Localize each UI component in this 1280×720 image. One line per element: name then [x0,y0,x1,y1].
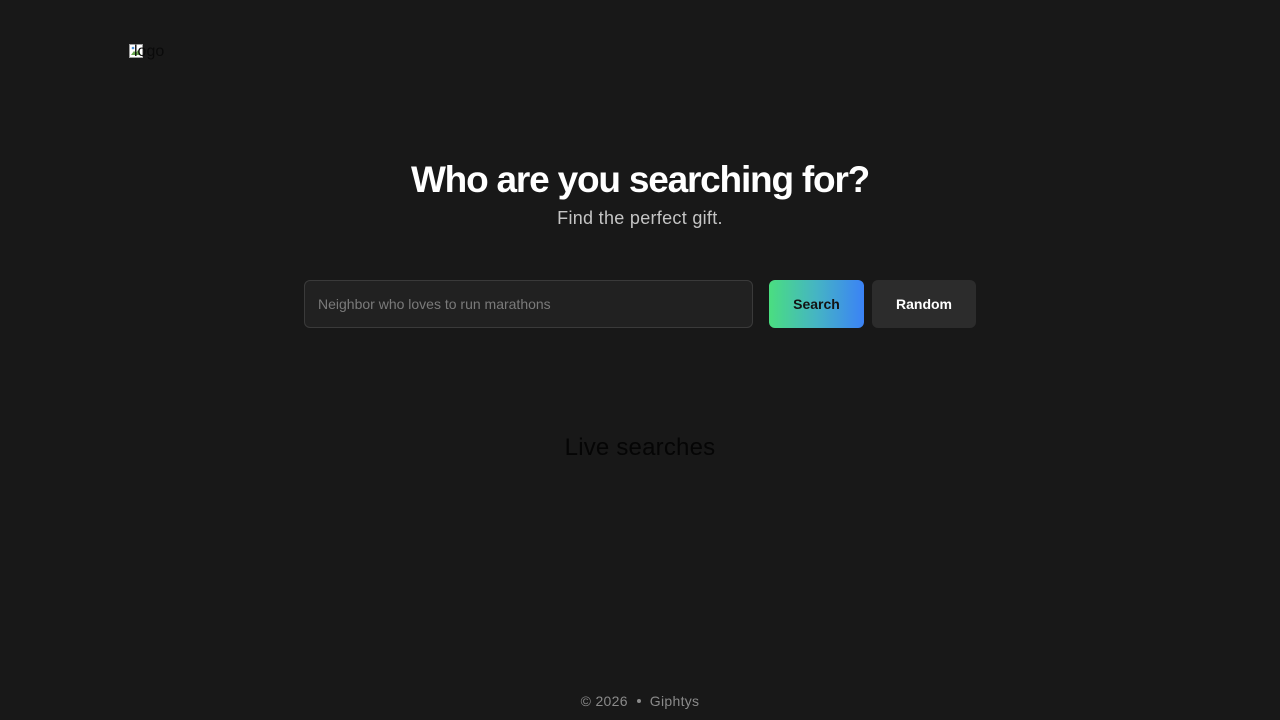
footer: © 2026 Giphtys [0,692,1280,710]
page-title: Who are you searching for? [410,159,870,200]
random-button[interactable]: Random [872,280,976,328]
page-subtitle: Find the perfect gift. [557,208,723,228]
search-input[interactable] [304,280,753,328]
logo-alt-text: logo [134,43,165,60]
search-bar: Search Random [304,280,976,328]
footer-brand: Giphtys [649,693,700,709]
footer-separator-dot [636,699,641,704]
logo[interactable]: logo [128,41,164,61]
live-searches-section: Live searches [0,432,1280,464]
footer-copyright: © 2026 [580,693,628,709]
search-button[interactable]: Search [769,280,864,328]
live-searches-heading: Live searches [564,434,716,461]
hero: Who are you searching for? Find the perf… [0,158,1280,230]
